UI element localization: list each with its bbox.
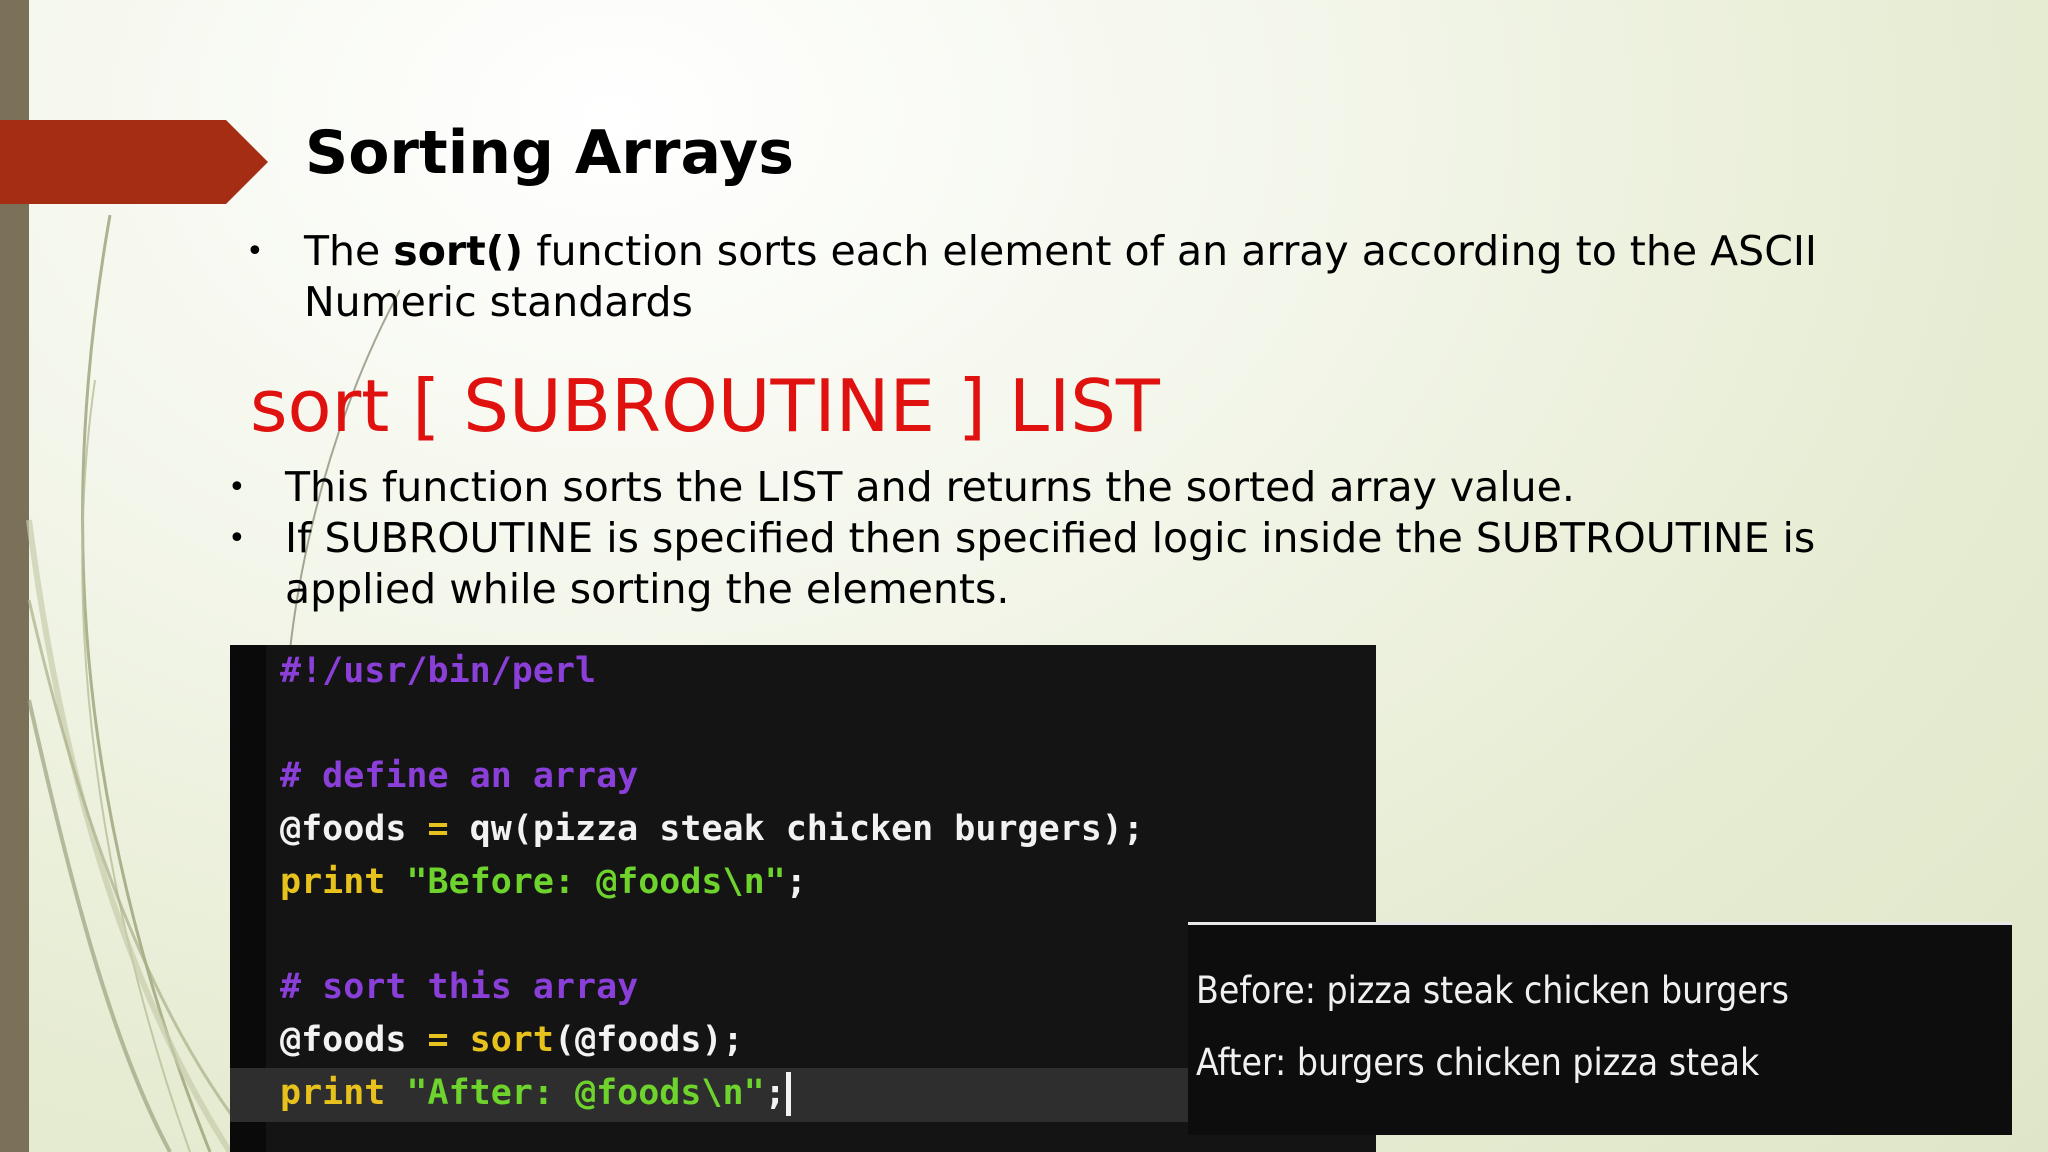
terminal-output: Before: pizza steak chicken burgers Afte… xyxy=(1196,955,1789,1099)
code-operator: = xyxy=(406,1019,470,1060)
bullet-subroutine-logic: If SUBROUTINE is specified then specifie… xyxy=(285,514,1816,613)
bullet-sort-function: The sort() function sorts each element o… xyxy=(304,226,1944,328)
bullet-text-bold: sort() xyxy=(393,227,524,275)
bullet-glyph: • xyxy=(228,470,246,505)
bullet-glyph: • xyxy=(246,234,264,269)
syntax-signature: sort [ SUBROUTINE ] LIST xyxy=(250,364,1160,448)
code-operator: = xyxy=(406,809,470,850)
code-args: (@foods); xyxy=(553,1019,744,1060)
code-qw-list: qw(pizza steak chicken burgers); xyxy=(469,809,1144,850)
slide-title: Sorting Arrays xyxy=(305,118,794,188)
bullet-returns-sorted: This function sorts the LIST and returns… xyxy=(285,463,1575,511)
code-comment: # define an array xyxy=(280,756,639,797)
title-arrow-shape xyxy=(0,120,268,204)
code-semicolon: ; xyxy=(764,1072,786,1113)
bullet-text-post: function sorts each element of an array … xyxy=(304,227,1818,326)
bullet-glyph: • xyxy=(228,521,246,556)
code-var: @foods xyxy=(280,1019,407,1060)
code-semicolon: ; xyxy=(785,861,807,902)
code-keyword: print xyxy=(280,1072,386,1113)
bullet-text-pre: The xyxy=(304,227,394,275)
code-string: "After: @foods\n" xyxy=(385,1072,765,1113)
perl-code: #!/usr/bin/perl # define an array @foods… xyxy=(280,645,1144,1119)
code-shebang: #!/usr/bin/perl xyxy=(280,651,597,691)
output-line-after: After: burgers chicken pizza steak xyxy=(1196,1041,1760,1084)
code-comment: # sort this array xyxy=(280,967,639,1008)
code-var: @foods xyxy=(280,809,407,850)
code-function: sort xyxy=(469,1019,554,1060)
code-string: "Before: @foods\n" xyxy=(385,861,786,902)
output-line-before: Before: pizza steak chicken burgers xyxy=(1196,969,1789,1012)
code-keyword: print xyxy=(280,861,386,902)
text-cursor xyxy=(785,1071,791,1116)
terminal-output-panel: Before: pizza steak chicken burgers Afte… xyxy=(1188,922,2012,1135)
